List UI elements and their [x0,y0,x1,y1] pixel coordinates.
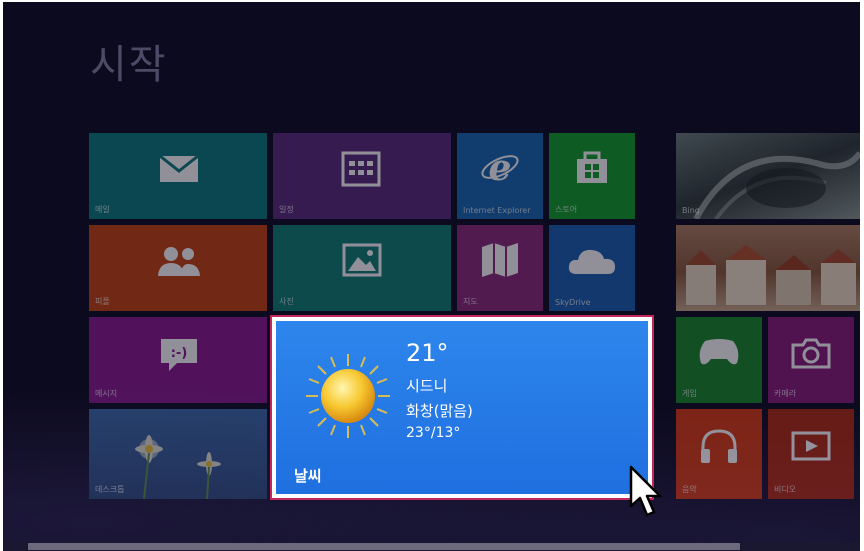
people-icon [158,247,200,276]
tile-label: Bing [682,206,700,215]
tile-label: 사진 [279,297,294,306]
photos-icon [342,243,382,277]
store-icon [577,151,607,183]
tile-skydrive[interactable]: SkyDrive [549,225,635,311]
horizontal-scrollbar[interactable] [3,542,860,551]
tile-games[interactable]: 게임 [676,317,762,403]
headphones-icon [701,429,737,463]
weather-tile-body[interactable]: 21° 시드니 화창(맑음) 23°/13° 날씨 [276,321,648,494]
skydrive-icon [568,249,615,274]
tile-messaging[interactable]: :-) 메시지 [89,317,267,403]
tile-camera[interactable]: 카메라 [768,317,854,403]
tile-label: SkyDrive [555,298,591,307]
tile-mail[interactable]: 메일 [89,133,267,219]
svg-text:e: e [489,147,512,187]
tile-internet-explorer[interactable]: e Internet Explorer [457,133,543,219]
svg-text::-): :-) [171,346,188,361]
weather-temperature: 21° [406,339,449,367]
sun-icon [306,354,390,438]
scrollbar-thumb[interactable] [28,543,740,550]
start-title: 시작 [90,42,168,88]
weather-condition: 화창(맑음) [406,402,473,420]
tile-label: 메일 [95,205,110,214]
tile-label: Internet Explorer [463,206,531,215]
tile-calendar[interactable]: 일정 [273,133,451,219]
tile-label: 데스크톱 [95,485,125,494]
tile-label: 스토어 [555,205,578,214]
tile-music[interactable]: 음악 [676,409,762,499]
tile-store[interactable]: 스토어 [549,133,635,219]
tile-travel[interactable] [676,225,860,311]
tile-label: 비디오 [774,485,797,494]
tile-weather[interactable]: 21° 시드니 화창(맑음) 23°/13° 날씨 [270,315,654,500]
tile-video[interactable]: 비디오 [768,409,854,499]
bing-photo-icon [693,151,860,219]
games-icon [699,339,739,365]
tile-people[interactable]: 피플 [89,225,267,311]
tile-photos[interactable]: 사진 [273,225,451,311]
mouse-cursor-icon [629,465,662,517]
internet-explorer-icon: e [481,147,519,187]
tile-label: 음악 [682,485,697,494]
maps-icon [482,243,518,277]
tile-label: 메시지 [95,389,118,398]
weather-tile-label: 날씨 [294,467,322,485]
travel-photo-icon [686,245,856,305]
calendar-icon [341,151,381,187]
tile-label: 일정 [279,205,294,214]
tile-label: 피플 [95,297,110,306]
video-icon [791,431,831,461]
tile-desktop[interactable]: 데스크톱 [89,409,267,499]
tile-label: 지도 [463,297,478,306]
messaging-icon: :-) [161,339,197,371]
tile-maps[interactable]: 지도 [457,225,543,311]
tile-label: 게임 [682,389,697,398]
tile-label: 카메라 [774,389,797,398]
weather-city: 시드니 [406,377,448,395]
camera-icon [791,338,831,369]
tile-bing[interactable]: Bing [676,133,860,219]
mail-icon [159,155,199,182]
weather-high-low: 23°/13° [406,425,461,441]
